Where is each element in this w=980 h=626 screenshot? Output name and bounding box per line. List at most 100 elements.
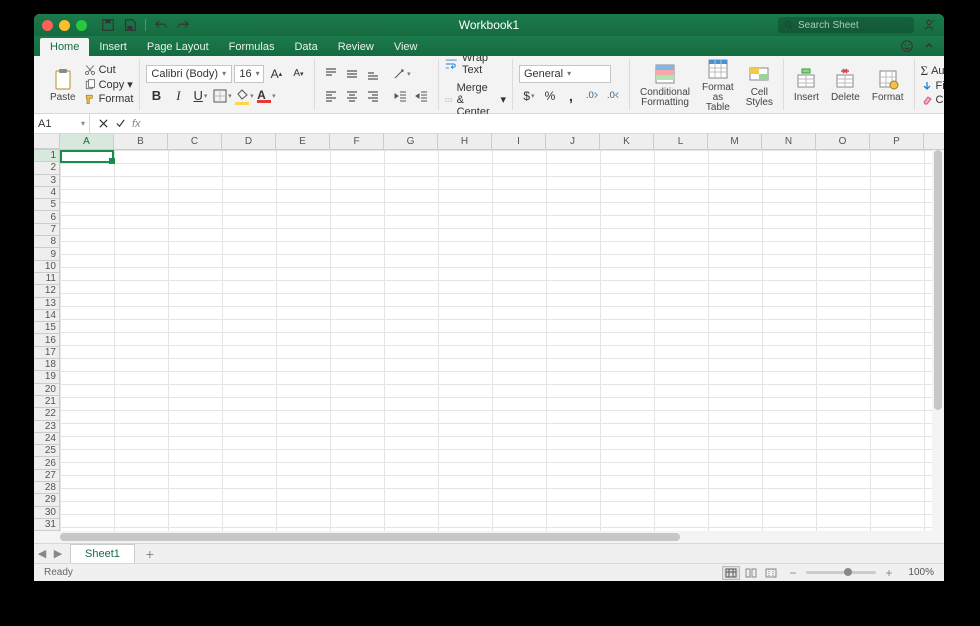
align-right-button[interactable] [363, 87, 383, 105]
bold-button[interactable]: B [146, 87, 166, 105]
decrease-indent-button[interactable] [391, 87, 411, 105]
autosave-icon[interactable] [101, 18, 115, 32]
row-header[interactable]: 15 [34, 322, 59, 334]
row-header[interactable]: 31 [34, 519, 59, 531]
minimize-window-button[interactable] [59, 20, 70, 31]
comma-format-button[interactable]: , [561, 87, 581, 105]
sheet-nav-next[interactable]: ▶ [50, 546, 66, 562]
column-header[interactable]: B [114, 134, 168, 149]
vertical-scroll-thumb[interactable] [934, 150, 942, 410]
zoom-slider[interactable] [806, 571, 876, 574]
column-header[interactable]: L [654, 134, 708, 149]
fill-color-button[interactable]: ▾ [234, 87, 254, 105]
page-break-view-button[interactable] [762, 566, 780, 580]
increase-indent-button[interactable] [412, 87, 432, 105]
column-header[interactable]: N [762, 134, 816, 149]
column-header[interactable]: D [222, 134, 276, 149]
cell-styles-button[interactable]: Cell Styles [742, 60, 777, 110]
align-top-button[interactable] [321, 65, 341, 83]
share-icon[interactable] [922, 18, 936, 32]
row-header[interactable]: 1 [34, 150, 59, 162]
row-header[interactable]: 8 [34, 236, 59, 248]
align-bottom-button[interactable] [363, 65, 383, 83]
row-header[interactable]: 24 [34, 433, 59, 445]
row-header[interactable]: 26 [34, 457, 59, 469]
decrease-font-button[interactable]: A▾ [288, 65, 308, 83]
vertical-scrollbar[interactable] [932, 150, 944, 531]
row-header[interactable]: 2 [34, 162, 59, 174]
normal-view-button[interactable] [722, 566, 740, 580]
column-header[interactable]: F [330, 134, 384, 149]
increase-font-button[interactable]: A▴ [266, 65, 286, 83]
row-header[interactable]: 12 [34, 285, 59, 297]
merge-center-button[interactable]: Merge & Center▾ [445, 82, 506, 118]
tab-insert[interactable]: Insert [89, 38, 137, 56]
add-sheet-button[interactable]: + [141, 545, 159, 563]
column-header[interactable]: K [600, 134, 654, 149]
sheet-tab[interactable]: Sheet1 [70, 544, 135, 563]
row-header[interactable]: 25 [34, 445, 59, 457]
accept-formula-icon[interactable] [115, 118, 126, 129]
format-cells-button[interactable]: Format [868, 65, 908, 105]
row-header[interactable]: 30 [34, 507, 59, 519]
cut-button[interactable]: Cut [84, 64, 134, 76]
row-header[interactable]: 4 [34, 187, 59, 199]
row-header[interactable]: 28 [34, 482, 59, 494]
cells-area[interactable] [60, 150, 944, 531]
delete-cells-button[interactable]: Delete [827, 65, 864, 105]
decrease-decimal-button[interactable]: .0 [603, 87, 623, 105]
percent-format-button[interactable]: % [540, 87, 560, 105]
row-header[interactable]: 22 [34, 408, 59, 420]
tab-data[interactable]: Data [284, 38, 327, 56]
italic-button[interactable]: I [168, 87, 188, 105]
column-header[interactable]: H [438, 134, 492, 149]
undo-icon[interactable] [154, 18, 168, 32]
format-as-table-button[interactable]: Format as Table [698, 55, 738, 115]
horizontal-scroll-thumb[interactable] [60, 533, 680, 541]
row-header[interactable]: 13 [34, 298, 59, 310]
row-header[interactable]: 3 [34, 175, 59, 187]
column-header[interactable]: I [492, 134, 546, 149]
search-sheet-box[interactable] [778, 17, 914, 33]
row-header[interactable]: 14 [34, 310, 59, 322]
zoom-slider-thumb[interactable] [844, 568, 852, 576]
horizontal-scrollbar[interactable] [34, 531, 944, 543]
row-header[interactable]: 7 [34, 224, 59, 236]
collapse-ribbon-icon[interactable] [924, 41, 934, 51]
close-window-button[interactable] [42, 20, 53, 31]
select-all-corner[interactable] [34, 134, 60, 149]
row-header[interactable]: 23 [34, 421, 59, 433]
row-header[interactable]: 16 [34, 334, 59, 346]
column-header[interactable]: J [546, 134, 600, 149]
row-header[interactable]: 11 [34, 273, 59, 285]
font-family-select[interactable]: Calibri (Body)▾ [146, 65, 232, 83]
tab-view[interactable]: View [384, 38, 428, 56]
page-layout-view-button[interactable] [742, 566, 760, 580]
borders-button[interactable]: ▾ [212, 87, 232, 105]
maximize-window-button[interactable] [76, 20, 87, 31]
column-header[interactable]: P [870, 134, 924, 149]
redo-icon[interactable] [176, 18, 190, 32]
row-header[interactable]: 18 [34, 359, 59, 371]
align-left-button[interactable] [321, 87, 341, 105]
copy-button[interactable]: Copy▾ [84, 78, 134, 91]
row-header[interactable]: 6 [34, 211, 59, 223]
row-header[interactable]: 20 [34, 384, 59, 396]
format-painter-button[interactable]: Format [84, 93, 134, 105]
align-center-button[interactable] [342, 87, 362, 105]
accounting-format-button[interactable]: $▾ [519, 87, 539, 105]
tab-review[interactable]: Review [328, 38, 384, 56]
cancel-formula-icon[interactable] [98, 118, 109, 129]
align-middle-button[interactable] [342, 65, 362, 83]
fx-icon[interactable]: fx [132, 118, 141, 130]
tab-page-layout[interactable]: Page Layout [137, 38, 219, 56]
sheet-nav-prev[interactable]: ◀ [34, 546, 50, 562]
tab-formulas[interactable]: Formulas [219, 38, 285, 56]
increase-decimal-button[interactable]: .0 [582, 87, 602, 105]
row-header[interactable]: 27 [34, 470, 59, 482]
column-header[interactable]: E [276, 134, 330, 149]
row-header[interactable]: 21 [34, 396, 59, 408]
insert-cells-button[interactable]: Insert [790, 65, 823, 105]
orientation-button[interactable]: ▾ [391, 65, 411, 83]
save-icon[interactable] [123, 18, 137, 32]
